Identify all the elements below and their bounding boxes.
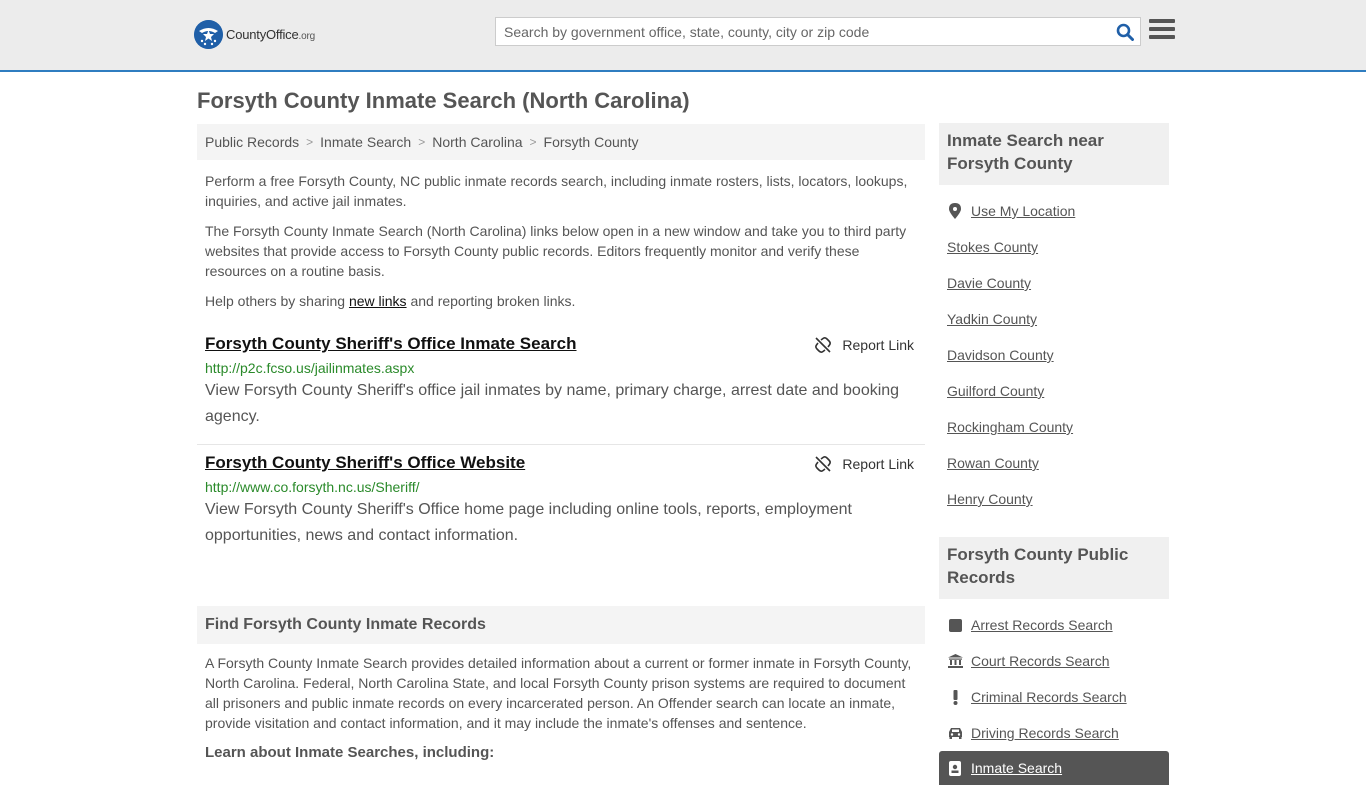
records-item-criminal: Criminal Records Search	[947, 679, 1161, 715]
resource-description: View Forsyth County Sheriff's Office hom…	[205, 501, 852, 544]
nearby-item: Stokes County	[947, 229, 1161, 265]
resource-description: View Forsyth County Sheriff's office jai…	[205, 382, 900, 425]
breadcrumb-separator: >	[418, 135, 426, 149]
nearby-item: Rowan County	[947, 445, 1161, 481]
resource-item: Forsyth County Sheriff's Office Inmate S…	[197, 326, 925, 445]
criminal-records-link[interactable]: Criminal Records Search	[971, 689, 1127, 705]
new-links-link[interactable]: new links	[349, 293, 407, 309]
report-link-button[interactable]: Report Link	[815, 337, 914, 353]
nearby-county-link[interactable]: Davie County	[947, 275, 1031, 291]
find-records-paragraph: A Forsyth County Inmate Search provides …	[205, 655, 912, 731]
resource-title-link[interactable]: Forsyth County Sheriff's Office Inmate S…	[205, 334, 577, 354]
hamburger-menu-icon[interactable]	[1149, 19, 1175, 43]
records-item-driving: Driving Records Search	[947, 715, 1161, 751]
nearby-heading: Inmate Search near Forsyth County	[939, 123, 1169, 185]
site-header: CountyOffice.org	[0, 0, 1366, 72]
search-bar	[495, 17, 1141, 46]
breadcrumb-inmate-search[interactable]: Inmate Search	[320, 134, 411, 150]
breadcrumb-public-records[interactable]: Public Records	[205, 134, 299, 150]
search-icon	[1116, 23, 1134, 41]
search-input[interactable]	[496, 18, 1110, 45]
sidebar: Inmate Search near Forsyth County Use My…	[939, 123, 1169, 785]
use-my-location-link[interactable]: Use My Location	[971, 203, 1075, 219]
search-button[interactable]	[1110, 18, 1140, 45]
breadcrumb-separator: >	[529, 135, 537, 149]
nearby-list: Use My Location Stokes County Davie Coun…	[939, 185, 1169, 517]
court-records-link[interactable]: Court Records Search	[971, 653, 1110, 669]
breadcrumb-separator: >	[306, 135, 314, 149]
resource-title-link[interactable]: Forsyth County Sheriff's Office Website	[205, 453, 525, 473]
nearby-item-use-my-location: Use My Location	[947, 193, 1161, 229]
page-title: Forsyth County Inmate Search (North Caro…	[197, 88, 690, 113]
resource-url: http://www.co.forsyth.nc.us/Sheriff/	[205, 479, 420, 495]
arrest-records-link[interactable]: Arrest Records Search	[971, 617, 1113, 633]
nearby-item: Davidson County	[947, 337, 1161, 373]
site-logo[interactable]: CountyOffice.org	[194, 20, 315, 49]
square-icon	[947, 617, 963, 633]
resource-list: Forsyth County Sheriff's Office Inmate S…	[197, 326, 925, 563]
share-links-paragraph: Help others by sharing new links and rep…	[205, 293, 576, 309]
nearby-county-link[interactable]: Guilford County	[947, 383, 1044, 399]
logo-text: CountyOffice.org	[226, 27, 315, 42]
nearby-item: Yadkin County	[947, 301, 1161, 337]
nearby-item: Rockingham County	[947, 409, 1161, 445]
find-records-heading: Find Forsyth County Inmate Records	[197, 606, 925, 644]
map-pin-icon	[947, 203, 963, 219]
intro-paragraph: The Forsyth County Inmate Search (North …	[205, 223, 907, 279]
nearby-county-link[interactable]: Stokes County	[947, 239, 1038, 255]
courthouse-icon	[947, 653, 963, 669]
public-records-heading: Forsyth County Public Records	[939, 537, 1169, 599]
records-item-arrest: Arrest Records Search	[947, 607, 1161, 643]
records-item-inmate-search-active: Inmate Search	[939, 751, 1169, 785]
nearby-county-link[interactable]: Rowan County	[947, 455, 1039, 471]
nearby-item: Davie County	[947, 265, 1161, 301]
car-icon	[947, 725, 963, 741]
public-records-list: Arrest Records Search Court Records Sear…	[939, 599, 1169, 785]
inmate-search-link[interactable]: Inmate Search	[971, 760, 1062, 776]
nearby-county-link[interactable]: Rockingham County	[947, 419, 1073, 435]
main-content: Public Records > Inmate Search > North C…	[197, 124, 925, 763]
report-link-button[interactable]: Report Link	[815, 456, 914, 472]
learn-about-heading: Learn about Inmate Searches, including:	[205, 744, 495, 761]
intro-text: Perform a free Forsyth County, NC public…	[197, 171, 925, 311]
resource-url: http://p2c.fcso.us/jailinmates.aspx	[205, 360, 415, 376]
breadcrumb-north-carolina[interactable]: North Carolina	[432, 134, 522, 150]
records-item-court: Court Records Search	[947, 643, 1161, 679]
driving-records-link[interactable]: Driving Records Search	[971, 725, 1119, 741]
breadcrumb-forsyth-county: Forsyth County	[543, 134, 639, 150]
breadcrumb: Public Records > Inmate Search > North C…	[197, 124, 925, 160]
nearby-county-link[interactable]: Henry County	[947, 491, 1033, 507]
nearby-county-link[interactable]: Davidson County	[947, 347, 1054, 363]
exclamation-icon	[947, 689, 963, 705]
id-badge-icon	[947, 760, 963, 776]
nearby-item: Guilford County	[947, 373, 1161, 409]
resource-item: Forsyth County Sheriff's Office Website …	[197, 445, 925, 563]
logo-seal-icon	[194, 20, 223, 49]
nearby-county-link[interactable]: Yadkin County	[947, 311, 1037, 327]
find-records-body: A Forsyth County Inmate Search provides …	[197, 653, 925, 763]
intro-paragraph: Perform a free Forsyth County, NC public…	[205, 173, 908, 209]
nearby-item: Henry County	[947, 481, 1161, 517]
broken-link-icon	[815, 456, 832, 472]
broken-link-icon	[815, 337, 832, 353]
